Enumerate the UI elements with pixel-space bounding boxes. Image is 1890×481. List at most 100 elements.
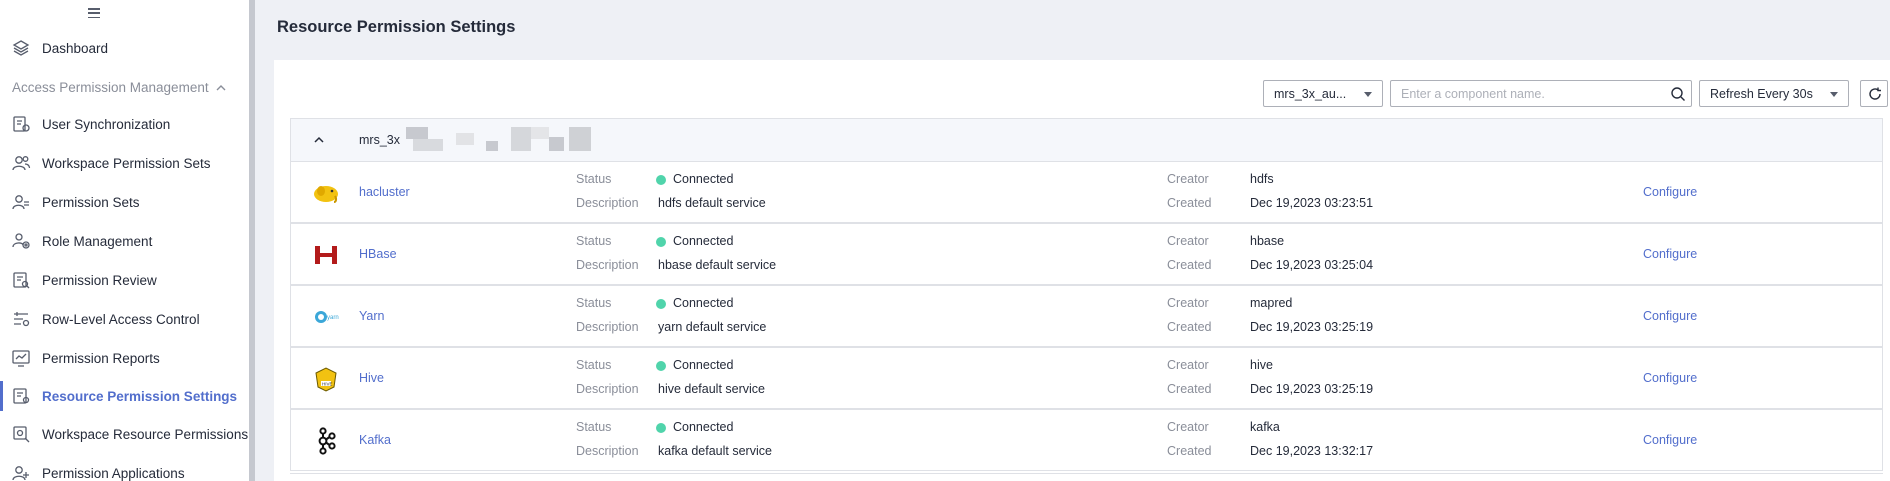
role-icon xyxy=(12,233,30,249)
creator-value: hdfs xyxy=(1250,172,1274,186)
status-dot xyxy=(656,361,666,371)
description-label: Description xyxy=(576,258,639,272)
creator-value: kafka xyxy=(1250,420,1280,434)
sidebar-item-label: Resource Permission Settings xyxy=(42,388,238,404)
refresh-icon xyxy=(1869,87,1881,100)
sidebar-item-permission-applications[interactable]: Permission Applications xyxy=(0,454,249,481)
created-label: Created xyxy=(1167,382,1212,396)
created-value: Dec 19,2023 03:23:51 xyxy=(1250,196,1374,210)
creator-label: Creator xyxy=(1167,172,1209,186)
created-value: Dec 19,2023 13:32:17 xyxy=(1250,444,1374,458)
service-name-link[interactable]: Hive xyxy=(359,371,384,385)
service-row: HBase Status Connected Description hbase def… xyxy=(290,223,1883,285)
sidebar-item-label: User Synchronization xyxy=(42,116,171,132)
configure-link[interactable]: Configure xyxy=(1643,371,1697,385)
sidebar-item-permission-review[interactable]: Permission Review xyxy=(0,261,249,299)
status-label: Status xyxy=(576,420,612,434)
resource-settings-icon xyxy=(13,388,30,404)
status-dot xyxy=(656,175,666,185)
sidebar-item-user-synchronization[interactable]: User Synchronization xyxy=(0,105,249,143)
sidebar-item-workspace-resource-permissions[interactable]: Workspace Resource Permissions xyxy=(0,415,249,453)
status-value: Connected xyxy=(673,358,734,372)
configure-link[interactable]: Configure xyxy=(1643,309,1697,323)
status-dot xyxy=(656,423,666,433)
creator-value: hbase xyxy=(1250,234,1285,248)
creator-label: Creator xyxy=(1167,358,1209,372)
sidebar-group-access-permission-management[interactable]: Access Permission Management xyxy=(0,74,249,102)
sidebar-resize-handle[interactable] xyxy=(249,0,255,481)
status-label: Status xyxy=(576,296,612,310)
description-value: kafka default service xyxy=(658,444,772,458)
created-label: Created xyxy=(1167,258,1212,272)
sidebar-item-label: Permission Applications xyxy=(42,465,185,481)
search-icon[interactable] xyxy=(1670,86,1686,102)
page-title: Resource Permission Settings xyxy=(277,18,516,36)
creator-label: Creator xyxy=(1167,296,1209,310)
status-label: Status xyxy=(576,358,612,372)
application-icon xyxy=(12,466,29,481)
configure-link[interactable]: Configure xyxy=(1643,185,1697,199)
kafka-icon xyxy=(312,427,340,455)
description-label: Description xyxy=(576,196,639,210)
hbase-icon xyxy=(312,241,340,269)
sidebar-item-permission-reports[interactable]: Permission Reports xyxy=(0,339,249,377)
refresh-button[interactable] xyxy=(1860,80,1888,107)
sidebar-item-label: Role Management xyxy=(42,233,153,249)
search-input[interactable] xyxy=(1401,86,1661,102)
creator-label: Creator xyxy=(1167,234,1209,248)
created-label: Created xyxy=(1167,444,1212,458)
layers-icon xyxy=(12,40,30,56)
user-group-icon xyxy=(12,195,29,210)
service-row: yarn Yarn Status Connected Description yarn d… xyxy=(290,285,1883,347)
status-label: Status xyxy=(576,172,612,186)
created-value: Dec 19,2023 03:25:19 xyxy=(1250,382,1374,396)
sidebar-item-label: Workspace Permission Sets xyxy=(42,155,211,171)
created-label: Created xyxy=(1167,320,1212,334)
sidebar-item-resource-permission-settings[interactable]: Resource Permission Settings xyxy=(0,377,249,415)
status-dot xyxy=(656,299,666,309)
sidebar-item-dashboard[interactable]: Dashboard xyxy=(0,29,249,67)
description-label: Description xyxy=(576,320,639,334)
filter-icon xyxy=(14,312,30,327)
sidebar-item-permission-sets[interactable]: Permission Sets xyxy=(0,183,249,221)
creator-value: hive xyxy=(1250,358,1273,372)
service-row: HIVE Hive Status Connected Description hive d… xyxy=(290,347,1883,409)
caret-down-icon xyxy=(1364,92,1372,97)
service-name-link[interactable]: hacluster xyxy=(359,185,410,199)
status-value: Connected xyxy=(673,296,734,310)
redacted-cluster-suffix xyxy=(401,127,601,151)
description-value: hbase default service xyxy=(658,258,777,272)
cluster-select[interactable]: mrs_3x_au... xyxy=(1263,80,1383,107)
sidebar-item-role-management[interactable]: Role Management xyxy=(0,222,249,260)
yarn-icon: yarn xyxy=(312,303,340,331)
description-value: hdfs default service xyxy=(658,196,766,210)
status-value: Connected xyxy=(673,420,734,434)
sidebar-item-workspace-permission-sets[interactable]: Workspace Permission Sets xyxy=(0,144,249,182)
svg-text:yarn: yarn xyxy=(327,315,339,321)
chevron-up-icon xyxy=(216,85,226,91)
refresh-interval-select[interactable]: Refresh Every 30s xyxy=(1699,80,1849,107)
status-value: Connected xyxy=(673,234,734,248)
sidebar-item-label: Permission Reports xyxy=(42,350,160,366)
component-search[interactable] xyxy=(1390,80,1692,107)
sidebar-item-row-level-access-control[interactable]: Row-Level Access Control xyxy=(0,300,249,338)
configure-link[interactable]: Configure xyxy=(1643,247,1697,261)
sidebar-item-label: Permission Sets xyxy=(42,194,140,210)
cluster-select-value: mrs_3x_au... xyxy=(1274,87,1347,101)
chevron-up-icon[interactable] xyxy=(312,134,326,146)
creator-value: mapred xyxy=(1250,296,1293,310)
creator-label: Creator xyxy=(1167,420,1209,434)
sidebar-group-label: Access Permission Management xyxy=(12,80,209,95)
configure-link[interactable]: Configure xyxy=(1643,433,1697,447)
service-name-link[interactable]: HBase xyxy=(359,247,397,261)
cluster-name: mrs_3x xyxy=(359,133,400,147)
hive-icon: HIVE xyxy=(312,365,340,393)
svg-text:HIVE: HIVE xyxy=(322,382,333,387)
service-name-link[interactable]: Kafka xyxy=(359,433,391,447)
menu-collapse-icon[interactable] xyxy=(87,6,101,20)
sidebar-item-label: Permission Review xyxy=(42,272,157,288)
list-bottom-border xyxy=(290,473,1883,481)
sidebar-item-label: Workspace Resource Permissions xyxy=(42,426,249,442)
sidebar-item-label: Row-Level Access Control xyxy=(42,311,200,327)
service-name-link[interactable]: Yarn xyxy=(359,309,384,323)
